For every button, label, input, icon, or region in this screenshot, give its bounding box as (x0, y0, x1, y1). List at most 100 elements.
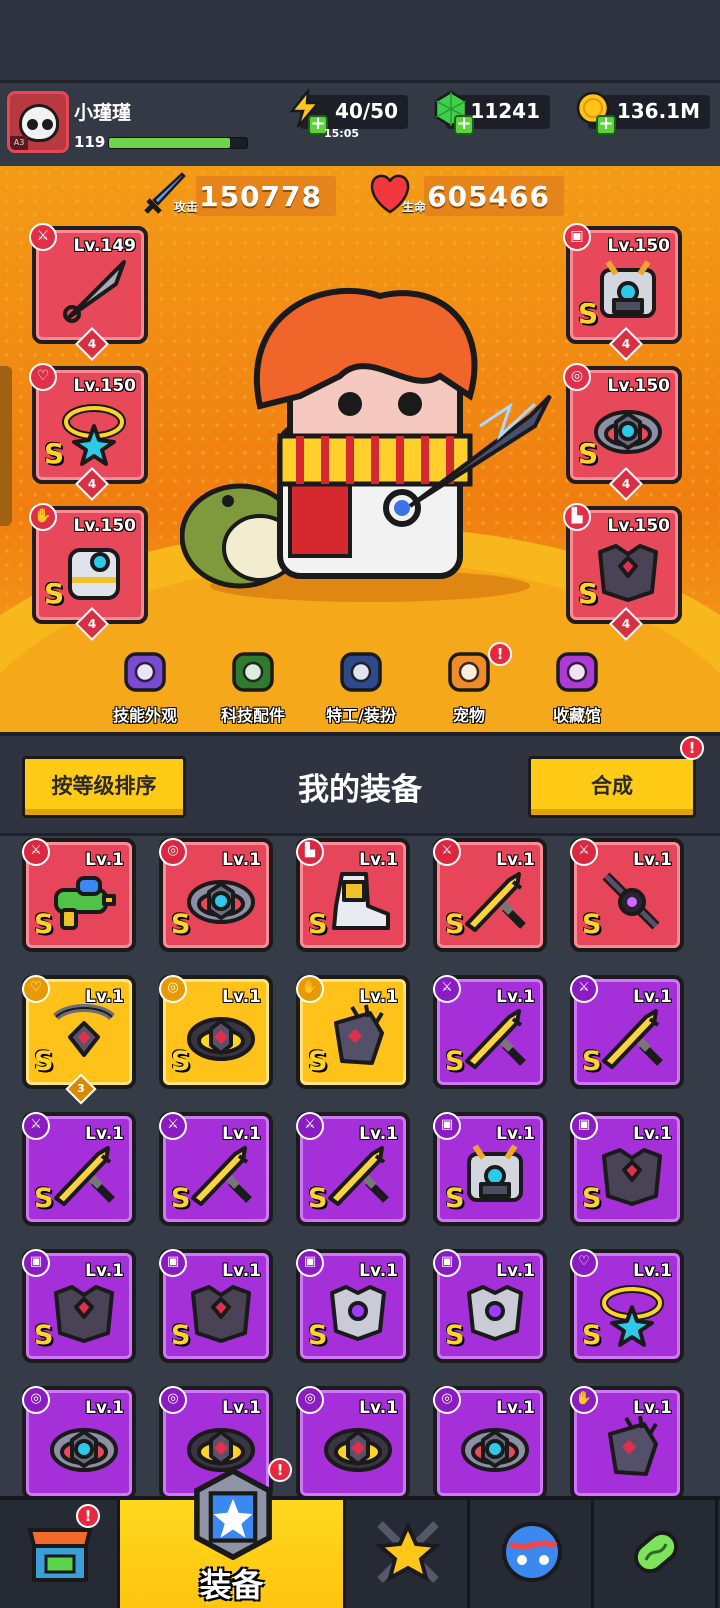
item-level: Lv.1 (359, 1124, 398, 1144)
equipped-right-slot-1[interactable]: ▣ Lv.150 S 4 (563, 223, 682, 361)
hero-menu-agent-costume[interactable]: 特工/装扮 (316, 644, 406, 732)
nav-tab-battle-star[interactable] (346, 1500, 470, 1608)
hp-value: 605466 (427, 180, 550, 213)
inventory-item[interactable]: ⚔ Lv.1 S (296, 1112, 410, 1226)
inventory-item[interactable]: ▣ Lv.1 S (22, 1249, 136, 1363)
weapon-slot-icon: ⚔ (433, 838, 461, 866)
dark-armor-icon (602, 1148, 662, 1206)
inventory-item[interactable]: ◎ Lv.1 S (159, 838, 273, 952)
nav-tab-equipment[interactable]: 装备 ! (120, 1458, 346, 1608)
mech-armor-icon (600, 260, 656, 318)
item-level: Lv.1 (633, 987, 672, 1007)
inventory-item[interactable]: ⚔ Lv.1 S (22, 1112, 136, 1226)
item-grade: S (445, 909, 465, 940)
inventory-item[interactable]: ✋ Lv.1 S (296, 975, 410, 1089)
hero-menu-skill-skin[interactable]: 技能外观 (100, 644, 190, 732)
belt-icon (187, 880, 255, 924)
inventory-item[interactable]: ▣ Lv.1 S (570, 1112, 684, 1226)
equipped-right-slot-3[interactable]: ▙ Lv.150 S 4 (563, 503, 682, 641)
dark-armor-icon (54, 1285, 114, 1343)
inventory-item[interactable]: ⚔ Lv.1 S (433, 975, 547, 1089)
glove-icon: ✋ (29, 503, 57, 531)
glove-slot-icon: ✋ (296, 975, 324, 1003)
belt-slot-icon: ◎ (159, 838, 187, 866)
nav-tab-planet[interactable] (470, 1500, 594, 1608)
coin-counter[interactable]: + 136.1M (576, 91, 710, 135)
item-level: Lv.1 (85, 1398, 124, 1418)
inventory-item[interactable]: ⚔ Lv.1 S (570, 975, 684, 1089)
inventory-item[interactable]: ✋ Lv.1 (570, 1386, 684, 1496)
gene-capsule-icon (633, 1530, 679, 1574)
player-name: 小瑾瑾 (74, 102, 132, 124)
merge-button[interactable]: 合成 (528, 756, 696, 818)
weapon-slot-icon: ⚔ (296, 1112, 324, 1140)
inventory-item[interactable]: ▣ Lv.1 S (433, 1249, 547, 1363)
inventory-item[interactable]: ◎ Lv.1 (296, 1386, 410, 1496)
item-level: Lv.1 (222, 987, 261, 1007)
energy-timer: 15:05 (324, 127, 360, 140)
inventory-item[interactable]: ⚔ Lv.1 S (22, 838, 136, 952)
dark-armor-icon (191, 1285, 251, 1343)
boots-icon (332, 872, 390, 930)
attack-value: 150778 (199, 180, 322, 213)
item-grade: S (34, 909, 54, 940)
item-grade: S (582, 1320, 602, 1351)
inventory-item[interactable]: ◎ Lv.1 S (159, 975, 273, 1089)
inventory-item[interactable]: ▙ Lv.1 S (296, 838, 410, 952)
katana-icon (328, 1146, 389, 1206)
item-level: Lv.1 (496, 987, 535, 1007)
inventory-item[interactable]: ◎ Lv.1 (433, 1386, 547, 1496)
inventory-item[interactable]: ⚔ Lv.1 S (433, 838, 547, 952)
nav-tab-gene-capsule[interactable] (594, 1500, 718, 1608)
coin-value: 136.1M (616, 99, 700, 123)
hero-menu: 技能外观 科技配件 特工/装扮 宠物 ! 收藏馆 (100, 642, 630, 732)
equipped-level: Lv.150 (607, 236, 670, 256)
item-level: Lv.1 (85, 1124, 124, 1144)
armor-slot-icon: ▣ (570, 1112, 598, 1140)
side-drawer-tab[interactable] (0, 366, 12, 526)
equipped-left-slot-2[interactable]: ♡ Lv.150 S 4 (29, 363, 148, 501)
hero-menu-label: 特工/装扮 (326, 706, 396, 725)
hero-menu-tech-part[interactable]: 科技配件 (208, 644, 298, 732)
hero-menu-label: 宠物 (452, 706, 485, 725)
equipped-grade: S (44, 577, 65, 610)
item-level: Lv.1 (222, 850, 261, 870)
item-level: Lv.1 (85, 850, 124, 870)
gem-counter[interactable]: + 11241 (434, 90, 550, 135)
inventory-item[interactable]: ▣ Lv.1 S (433, 1112, 547, 1226)
inventory-item[interactable]: ▣ Lv.1 S (296, 1249, 410, 1363)
item-level: Lv.1 (222, 1261, 261, 1281)
coin-add-icon[interactable]: + (596, 115, 616, 135)
belt-slot-icon: ◎ (159, 1386, 187, 1414)
alert-icon: ! (268, 1458, 292, 1482)
inventory-item[interactable]: ♡ Lv.1 S 3 (22, 975, 136, 1105)
dark-blade-icon (602, 872, 660, 930)
rank-badge: A3 (10, 136, 28, 150)
nav-tab-shop[interactable]: ! (0, 1500, 120, 1608)
energy-counter[interactable]: + 40/50 (289, 89, 408, 135)
player-avatar[interactable]: A3 (7, 91, 69, 153)
hero-menu-collection[interactable]: 收藏馆 (532, 644, 622, 732)
equipped-left-slot-3[interactable]: ✋ Lv.150 S 4 (29, 503, 148, 641)
claw-glove-icon (608, 1415, 658, 1476)
star-necklace-icon (600, 1285, 664, 1347)
item-grade: S (34, 1183, 54, 1214)
belt-slot-icon: ◎ (296, 1386, 324, 1414)
inventory-item[interactable]: ◎ Lv.1 (22, 1386, 136, 1496)
equipped-right-slot-2[interactable]: ◎ Lv.150 S 4 (563, 363, 682, 501)
equipped-grade: S (578, 577, 599, 610)
item-level: Lv.1 (633, 1124, 672, 1144)
item-level: Lv.1 (359, 1261, 398, 1281)
item-grade: S (582, 1046, 602, 1077)
equipped-left-slot-1[interactable]: ⚔ Lv.149 4 (29, 223, 148, 361)
hero-menu-pet[interactable]: 宠物 ! (424, 642, 514, 732)
armor-slot-icon: ▣ (22, 1249, 50, 1277)
hero-character[interactable] (180, 286, 560, 606)
item-grade: S (582, 1183, 602, 1214)
inventory-item[interactable]: ⚔ Lv.1 S (159, 1112, 273, 1226)
inventory-item[interactable]: ⚔ Lv.1 S (570, 838, 684, 952)
inventory-item[interactable]: ▣ Lv.1 S (159, 1249, 273, 1363)
inventory-header: 按等级排序 我的装备 合成 ! (0, 732, 720, 836)
inventory-item[interactable]: ♡ Lv.1 S (570, 1249, 684, 1363)
alert-icon: ! (488, 642, 512, 666)
